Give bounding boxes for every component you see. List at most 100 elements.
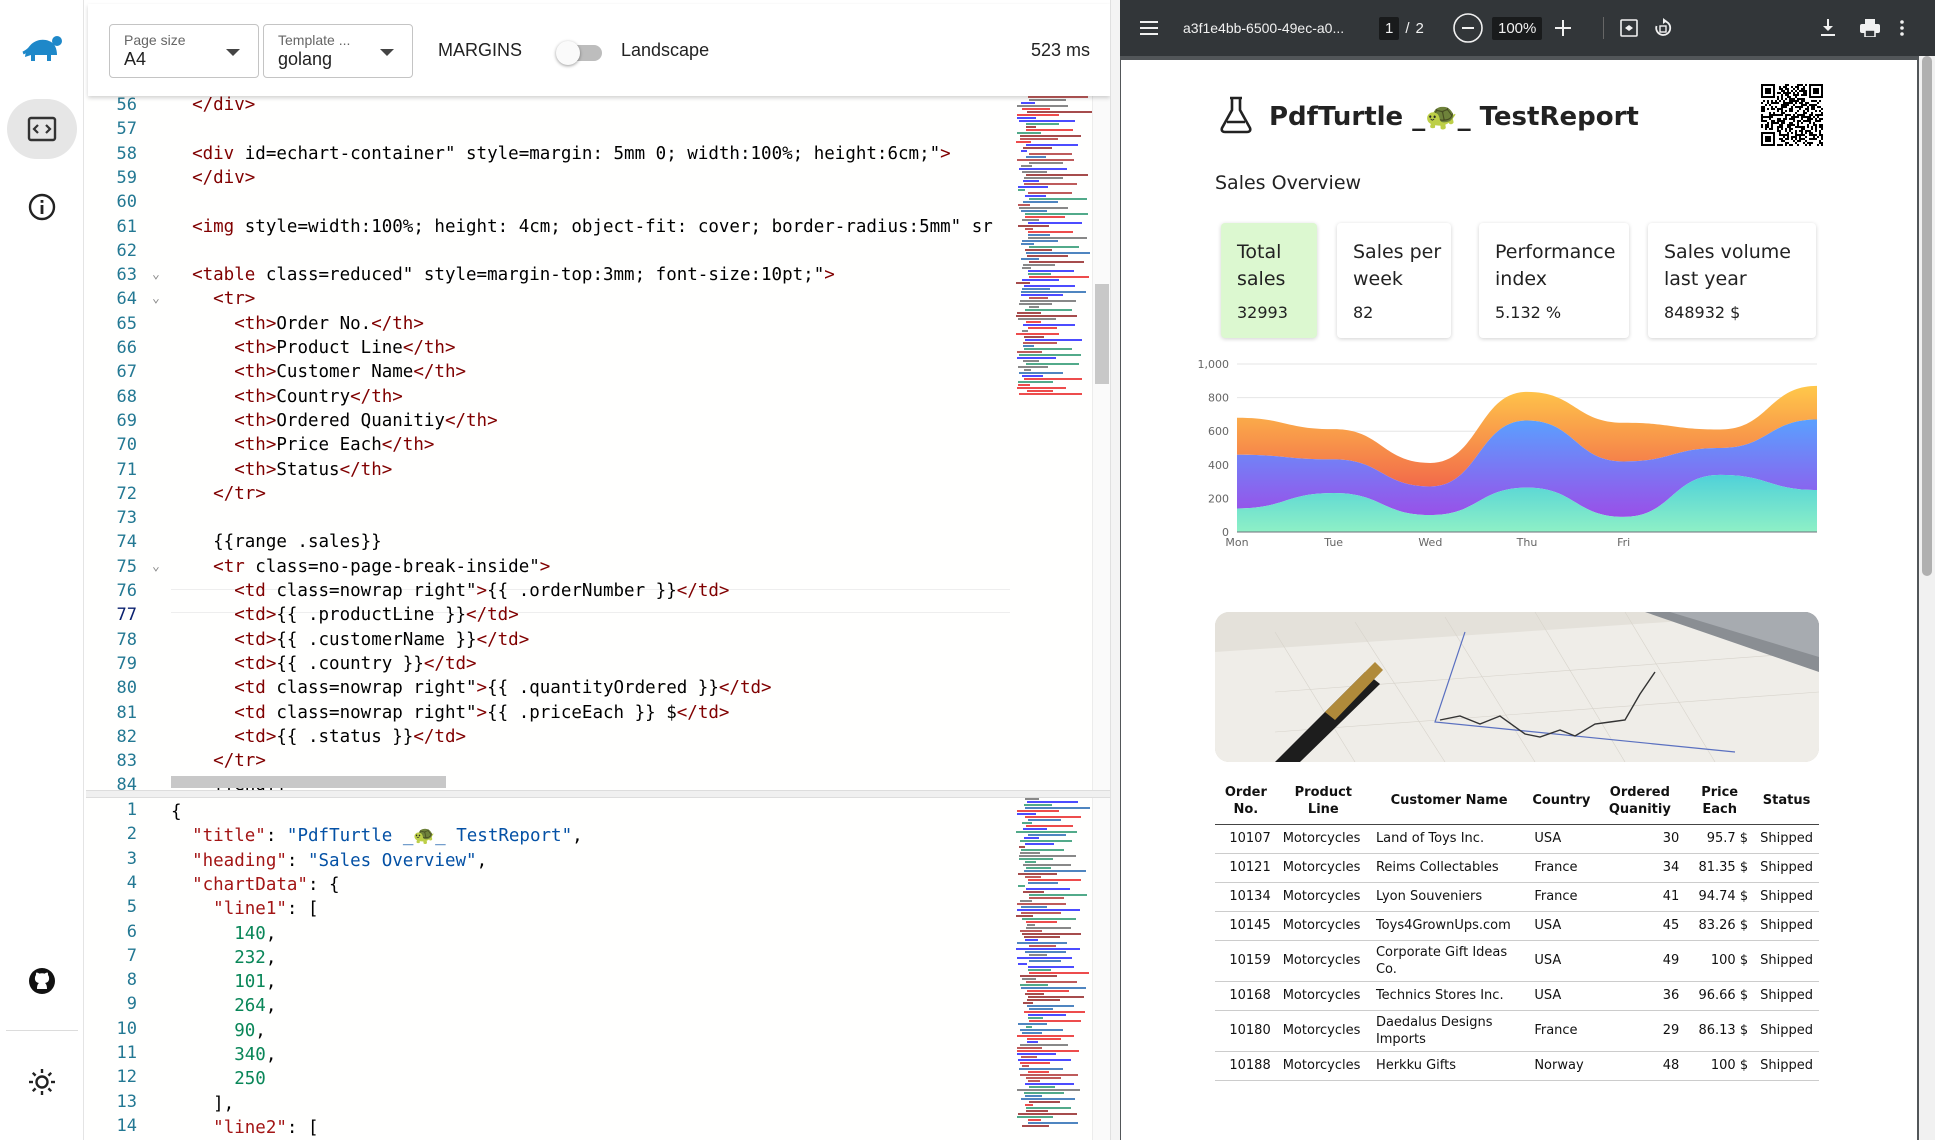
fit-page-icon[interactable] (1620, 0, 1638, 56)
template-engine-select[interactable]: Template ... golang (263, 24, 413, 78)
line-number: 7 (126, 945, 137, 966)
fold-chevron-icon[interactable]: ⌄ (152, 263, 164, 287)
code-line[interactable]: "title": "PdfTurtle _🐢_ TestReport", (171, 824, 583, 848)
minimap-line (1021, 102, 1035, 104)
html-template-editor[interactable]: 56 57 58 59 60 61 62 63 ⌄ 64 ⌄ 65 66 67 68 69 70 71 72 73 74… (86, 96, 1110, 790)
code-line[interactable]: <th>Ordered Quanitiy</th> (171, 409, 497, 433)
zoom-in-icon[interactable] (1555, 0, 1571, 56)
code-line[interactable]: <th>Product Line</th> (171, 336, 455, 360)
code-line[interactable]: </tr> (171, 749, 266, 773)
code-line[interactable]: { (171, 800, 182, 824)
code-line[interactable]: <td>{{ .productLine }}</td> (171, 603, 519, 627)
code-line[interactable]: ], (171, 1092, 234, 1116)
code-area[interactable]: </div> <div id=echart-container" style=m… (171, 96, 1110, 790)
github-icon[interactable] (7, 951, 77, 1011)
panel-split-handle[interactable] (1110, 0, 1120, 1140)
code-line[interactable]: <td class=nowrap right">{{ .orderNumber … (171, 579, 729, 603)
code-line[interactable]: "heading": "Sales Overview", (171, 849, 487, 873)
code-line[interactable]: 340, (171, 1043, 276, 1067)
minimap-line (1018, 1059, 1071, 1061)
code-line[interactable]: <td>{{ .customerName }}</td> (171, 628, 529, 652)
code-line[interactable]: <tr class=no-page-break-inside"> (171, 555, 550, 579)
code-line[interactable]: <td class=nowrap right">{{ .quantityOrde… (171, 676, 771, 700)
code-line[interactable]: </tr> (171, 482, 266, 506)
line-number: 57 (116, 119, 137, 140)
code-line[interactable]: <td>{{ .status }}</td> (171, 725, 466, 749)
minimap[interactable] (1012, 96, 1092, 790)
code-line[interactable]: <th>Customer Name</th> (171, 360, 466, 384)
code-line[interactable]: <table class=reduced" style=margin-top:3… (171, 263, 835, 287)
table-cell: Shipped (1754, 1010, 1819, 1052)
code-editor-icon[interactable] (7, 99, 77, 159)
code-line[interactable]: <img style=width:100%; height: 4cm; obje… (171, 215, 993, 239)
code-line[interactable]: <th>Country</th> (171, 385, 403, 409)
code-line[interactable]: 232, (171, 946, 276, 970)
table-cell: 49 (1594, 940, 1686, 982)
line-number: 4 (126, 872, 137, 893)
minimap-line (1021, 987, 1086, 989)
zoom-value[interactable]: 100% (1492, 16, 1543, 40)
table-cell: Daedalus Designs Imports (1369, 1010, 1529, 1052)
minimap-line (1018, 384, 1030, 386)
zoom-level[interactable]: 100% (1492, 0, 1543, 56)
fold-chevron-icon[interactable]: ⌄ (152, 287, 164, 311)
code-line[interactable]: <td>{{ .country }}</td> (171, 652, 476, 676)
code-line[interactable]: </div> (171, 166, 255, 190)
code-line[interactable]: </div> (171, 96, 255, 117)
code-line[interactable]: <th>Price Each</th> (171, 433, 434, 457)
page-number-input[interactable]: 1 (1379, 16, 1400, 40)
zoom-out-icon[interactable] (1452, 0, 1484, 56)
minimap-line (1026, 129, 1073, 131)
code-line[interactable]: <div id=echart-container" style=margin: … (171, 142, 951, 166)
kpi-card-total-sales: Total sales 32993 (1221, 223, 1317, 338)
page-size-select[interactable]: Page size A4 (109, 24, 259, 78)
minimap-line (1018, 963, 1027, 965)
horizontal-scrollbar-thumb[interactable] (171, 776, 446, 788)
rotate-icon[interactable] (1653, 0, 1673, 56)
file-name: a3f1e4bb-6500-49ec-a0... (1183, 20, 1345, 36)
minimap-line (1026, 363, 1079, 365)
turtle-logo-icon[interactable] (7, 18, 77, 78)
minimap[interactable] (1012, 798, 1092, 1140)
code-line[interactable]: 250 (171, 1067, 266, 1091)
landscape-label: Landscape (621, 40, 710, 60)
more-options-icon[interactable] (1900, 0, 1904, 56)
code-line[interactable]: {{range .sales}} (171, 530, 382, 554)
code-line[interactable]: 264, (171, 994, 276, 1018)
sales-area-chart: 02004006008001,000 Mon Tue Wed Thu Fri (1198, 358, 1817, 549)
code-line[interactable]: 140, (171, 922, 276, 946)
vertical-scrollbar[interactable] (1092, 96, 1110, 790)
editor-split-handle[interactable] (86, 790, 1110, 798)
code-line[interactable]: <tr> (171, 287, 255, 311)
minimap-line (1021, 906, 1047, 908)
scrollbar-thumb[interactable] (1922, 56, 1932, 576)
table-cell: France (1528, 882, 1595, 912)
json-data-editor[interactable]: 123456789101112131415 { "title": "PdfTur… (86, 798, 1110, 1140)
line-number: 77 (116, 605, 137, 626)
vertical-scrollbar[interactable] (1092, 798, 1110, 1140)
download-icon[interactable] (1820, 0, 1836, 56)
theme-icon[interactable] (7, 1052, 77, 1112)
code-line[interactable]: 101, (171, 970, 276, 994)
code-area[interactable]: { "title": "PdfTurtle _🐢_ TestReport", "… (171, 798, 1110, 1140)
margins-button[interactable]: MARGINS (438, 40, 522, 61)
info-icon[interactable] (7, 177, 77, 237)
minimap-line (1026, 981, 1077, 983)
pdf-vertical-scrollbar[interactable] (1919, 56, 1935, 1140)
table-cell: 81.35 $ (1685, 853, 1755, 883)
landscape-toggle-thumb[interactable] (556, 41, 580, 65)
code-line[interactable]: <th>Order No.</th> (171, 312, 424, 336)
fold-chevron-icon[interactable]: ⌄ (152, 555, 164, 579)
minimap-line (1026, 252, 1090, 254)
code-line[interactable]: "line2": [ (171, 1116, 318, 1140)
print-icon[interactable] (1860, 0, 1880, 56)
code-line[interactable]: "chartData": { (171, 873, 340, 897)
code-line[interactable]: <th>Status</th> (171, 458, 392, 482)
code-line[interactable]: "line1": [ (171, 897, 318, 921)
scrollbar-thumb[interactable] (1095, 284, 1109, 384)
menu-icon[interactable] (1140, 0, 1158, 56)
code-line[interactable]: <td class=nowrap right">{{ .priceEach }}… (171, 701, 729, 725)
code-line[interactable]: 90, (171, 1019, 266, 1043)
minimap-line (1018, 381, 1053, 383)
minimap-line (1027, 990, 1069, 992)
